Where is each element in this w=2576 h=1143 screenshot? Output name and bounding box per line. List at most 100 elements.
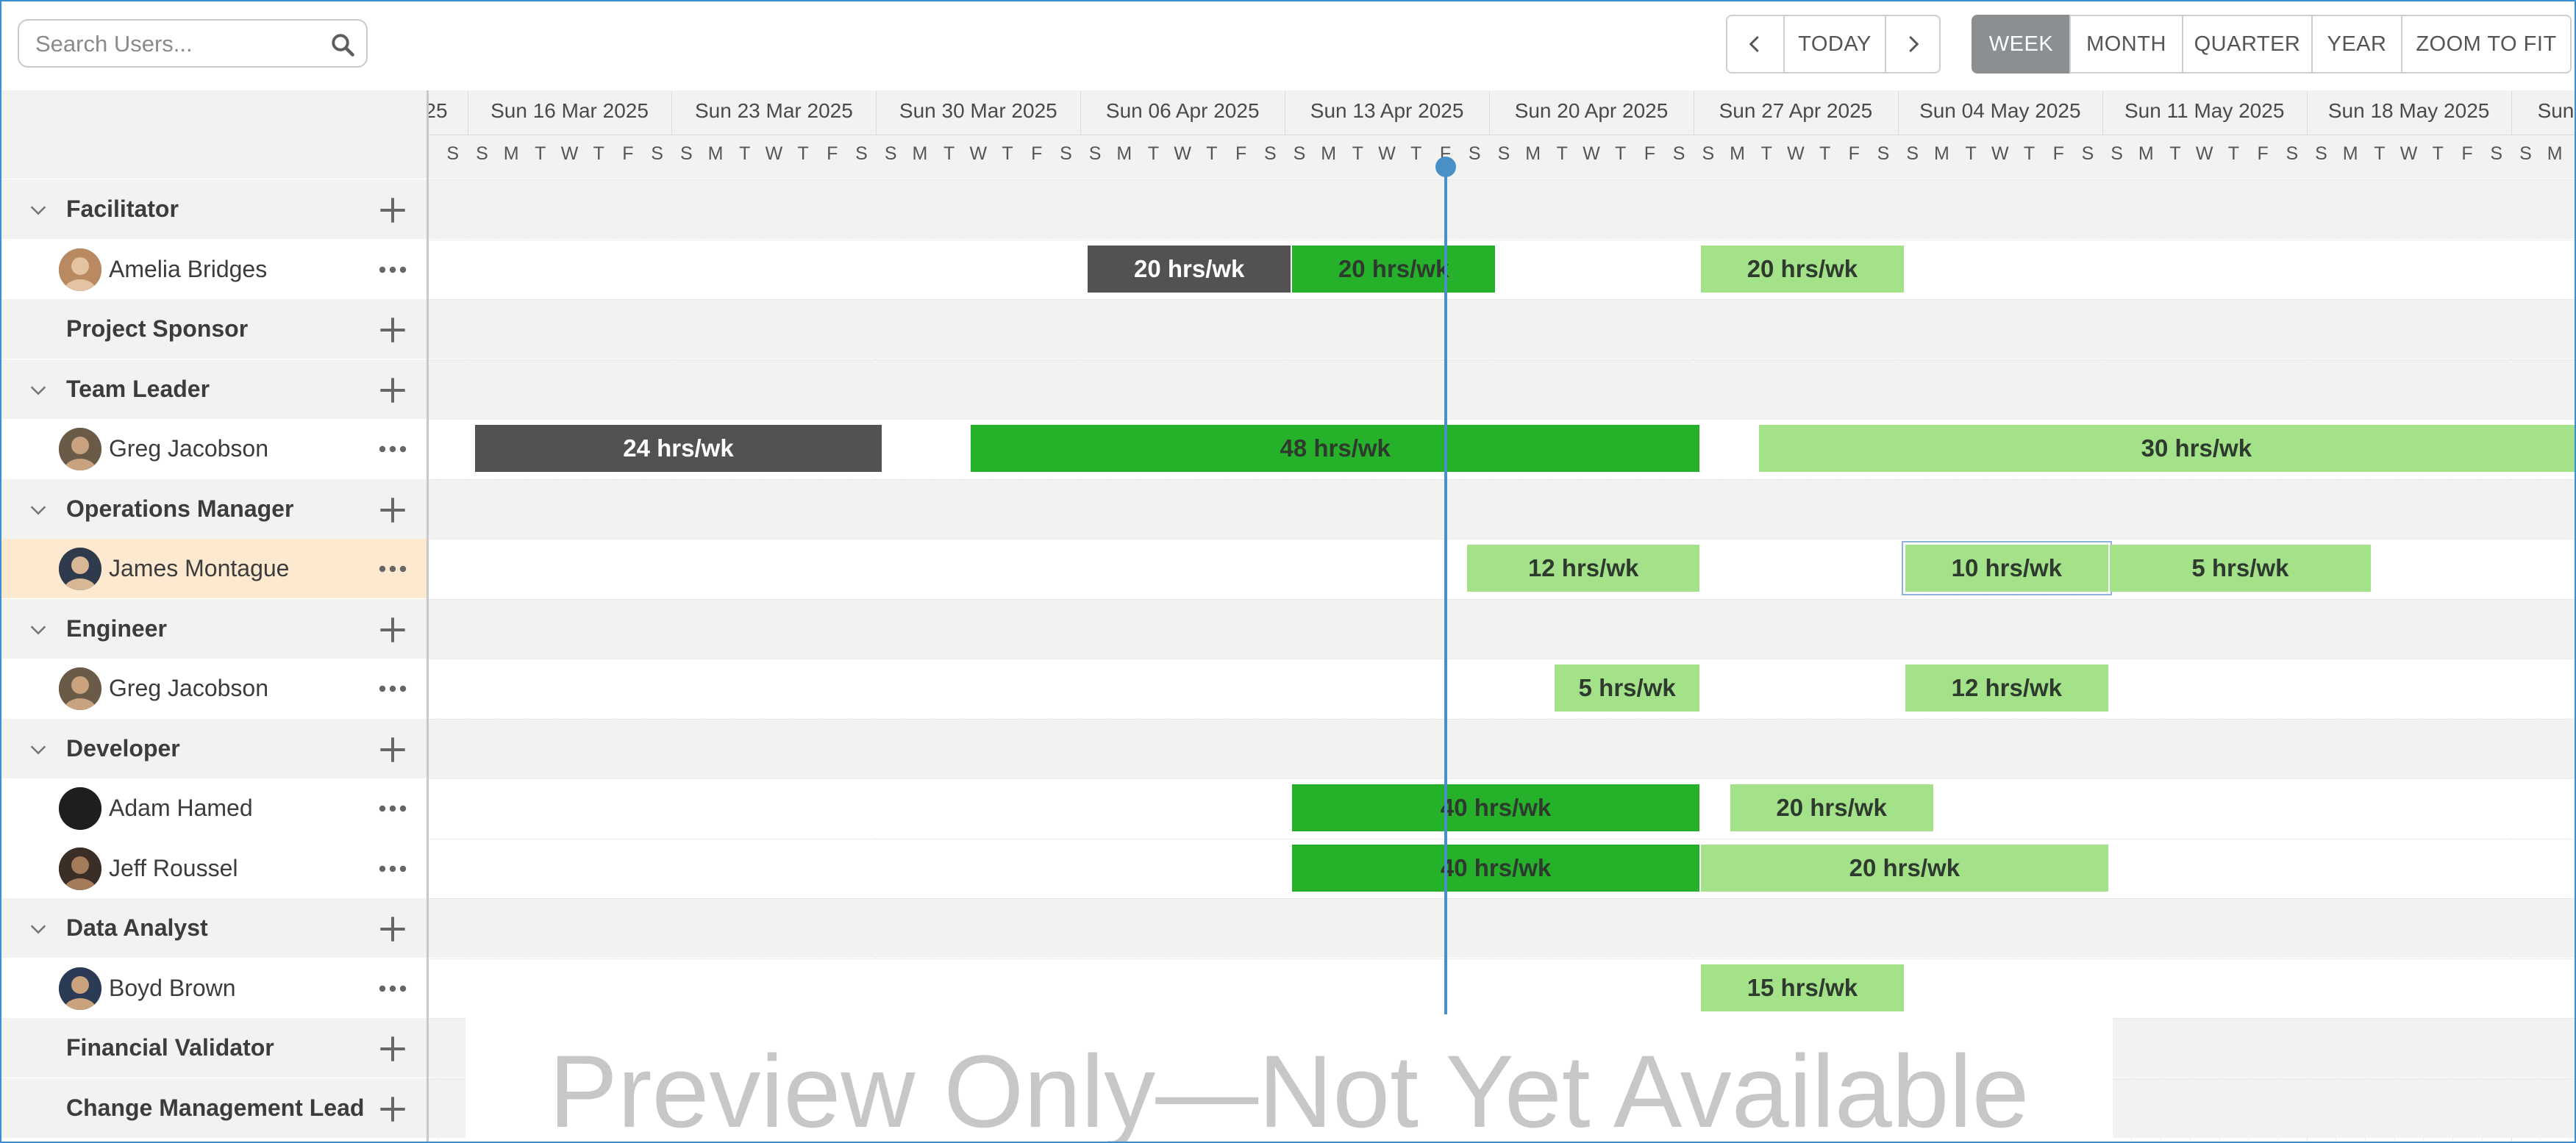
- day-label: M: [503, 143, 519, 164]
- add-icon[interactable]: [378, 1094, 407, 1124]
- role-group-row[interactable]: Facilitator: [1, 179, 427, 239]
- search-input[interactable]: [34, 26, 324, 62]
- role-title: Change Management Lead: [66, 1094, 365, 1121]
- allocation-bar[interactable]: 24 hrs/wk: [474, 425, 882, 472]
- allocation-bar[interactable]: 20 hrs/wk: [1700, 845, 2108, 892]
- more-options-icon[interactable]: [377, 982, 409, 995]
- allocation-bar[interactable]: 40 hrs/wk: [1292, 784, 1699, 831]
- view-quarter-button[interactable]: QUARTER: [2182, 15, 2313, 74]
- role-group-row[interactable]: Operations Manager: [1, 479, 427, 539]
- more-options-icon[interactable]: [377, 682, 409, 695]
- add-icon[interactable]: [378, 615, 407, 645]
- timeline-row[interactable]: [429, 359, 2575, 419]
- day-label: S: [1468, 143, 1481, 164]
- timeline-row[interactable]: [429, 898, 2575, 958]
- chevron-down-icon[interactable]: [28, 500, 49, 520]
- allocation-bar[interactable]: 20 hrs/wk: [1730, 784, 1933, 831]
- avatar-greg[interactable]: [59, 428, 101, 470]
- view-week-button[interactable]: WEEK: [1972, 15, 2071, 74]
- avatar-adam[interactable]: [59, 787, 101, 830]
- view-year-button[interactable]: YEAR: [2311, 15, 2402, 74]
- zoom-to-fit-button[interactable]: ZOOM TO FIT: [2401, 15, 2572, 74]
- allocation-bar[interactable]: 10 hrs/wk: [1901, 541, 2112, 595]
- allocation-bar[interactable]: 5 hrs/wk: [1555, 664, 1699, 712]
- next-button[interactable]: [1885, 15, 1941, 74]
- day-label: S: [651, 143, 663, 164]
- day-label: S: [1088, 143, 1102, 164]
- allocation-bar[interactable]: 15 hrs/wk: [1700, 964, 1904, 1011]
- more-options-icon[interactable]: [377, 862, 409, 875]
- week-label: Sun 13 Apr 2025: [1310, 99, 1464, 122]
- more-options-icon[interactable]: [377, 562, 409, 576]
- resource-row[interactable]: Amelia Bridges: [1, 240, 427, 299]
- timeline-row[interactable]: [429, 299, 2575, 359]
- timeline-row[interactable]: [429, 179, 2575, 239]
- allocation-bar[interactable]: 12 hrs/wk: [1467, 545, 1699, 592]
- resource-row[interactable]: Greg Jacobson: [1, 659, 427, 718]
- timeline-row[interactable]: [429, 659, 2575, 718]
- role-group-row[interactable]: Engineer: [1, 599, 427, 659]
- add-icon[interactable]: [378, 495, 407, 525]
- role-title: Financial Validator: [66, 1034, 274, 1061]
- role-group-row[interactable]: Data Analyst: [1, 898, 427, 958]
- avatar-james[interactable]: [59, 548, 101, 590]
- more-options-icon[interactable]: [377, 263, 409, 276]
- resource-row[interactable]: Adam Hamed: [1, 778, 427, 838]
- view-month-button[interactable]: MONTH: [2069, 15, 2183, 74]
- search-box: [18, 19, 368, 68]
- resource-row[interactable]: Jeff Roussel: [1, 839, 427, 898]
- avatar-boyd[interactable]: [59, 967, 101, 1010]
- chevron-down-icon[interactable]: [28, 919, 49, 939]
- allocation-bar[interactable]: 12 hrs/wk: [1905, 664, 2108, 712]
- day-label: S: [1497, 143, 1510, 164]
- role-group-row[interactable]: Change Management Lead: [1, 1078, 427, 1138]
- previous-button[interactable]: [1726, 15, 1785, 74]
- today-button[interactable]: TODAY: [1783, 15, 1886, 74]
- avatar-jeff[interactable]: [59, 848, 101, 890]
- resource-row[interactable]: Boyd Brown: [1, 959, 427, 1018]
- day-label: S: [1702, 143, 1715, 164]
- add-icon[interactable]: [378, 1034, 407, 1064]
- day-label: S: [2111, 143, 2123, 164]
- chevron-down-icon[interactable]: [28, 739, 49, 760]
- add-icon[interactable]: [378, 914, 407, 944]
- resource-row[interactable]: James Montague: [1, 539, 427, 598]
- allocation-bar[interactable]: 5 hrs/wk: [2109, 545, 2372, 592]
- allocation-bar[interactable]: 40 hrs/wk: [1292, 845, 1699, 892]
- add-icon[interactable]: [378, 735, 407, 764]
- timeline-row[interactable]: [429, 959, 2575, 1018]
- timeline-row[interactable]: [429, 240, 2575, 299]
- allocation-bar[interactable]: 30 hrs/wk: [1759, 425, 2575, 472]
- role-group-row[interactable]: Financial Validator: [1, 1018, 427, 1078]
- resource-row[interactable]: Greg Jacobson: [1, 419, 427, 479]
- week-separator: [1080, 90, 1082, 135]
- day-label: M: [2547, 143, 2563, 164]
- chevron-down-icon[interactable]: [28, 620, 49, 640]
- more-options-icon[interactable]: [377, 442, 409, 456]
- avatar-amelia[interactable]: [59, 248, 101, 291]
- role-group-row[interactable]: Developer: [1, 719, 427, 778]
- chevron-down-icon[interactable]: [28, 380, 49, 401]
- timeline-row[interactable]: [429, 479, 2575, 539]
- allocation-bar[interactable]: 20 hrs/wk: [1700, 246, 1904, 293]
- timeline-row[interactable]: [429, 599, 2575, 659]
- role-title: Facilitator: [66, 196, 179, 222]
- allocation-bar[interactable]: 20 hrs/wk: [1292, 246, 1496, 293]
- add-icon[interactable]: [378, 376, 407, 405]
- add-icon[interactable]: [378, 315, 407, 345]
- role-title: Data Analyst: [66, 914, 208, 941]
- add-icon[interactable]: [378, 196, 407, 225]
- allocation-bar[interactable]: 20 hrs/wk: [1088, 246, 1291, 293]
- avatar-greg[interactable]: [59, 667, 101, 710]
- timeline-row[interactable]: [429, 719, 2575, 778]
- allocation-bar[interactable]: 48 hrs/wk: [971, 425, 1699, 472]
- search-icon[interactable]: [329, 32, 356, 58]
- more-options-icon[interactable]: [377, 802, 409, 815]
- today-marker-handle[interactable]: [1435, 157, 1456, 177]
- day-label: F: [1235, 143, 1247, 164]
- day-label: W: [969, 143, 988, 164]
- role-group-row[interactable]: Project Sponsor: [1, 299, 427, 359]
- day-label: T: [943, 143, 955, 164]
- role-group-row[interactable]: Team Leader: [1, 359, 427, 419]
- chevron-down-icon[interactable]: [28, 200, 49, 221]
